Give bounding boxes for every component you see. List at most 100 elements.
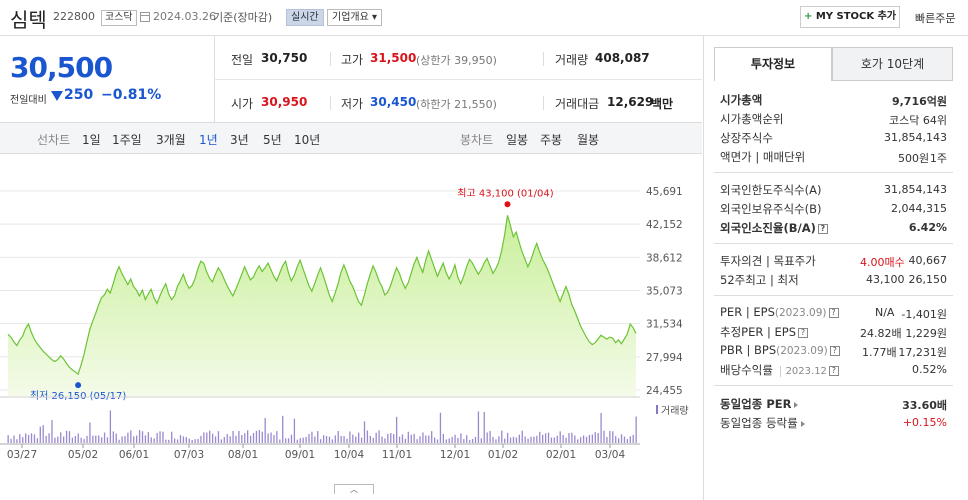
sector-rate-value: +0.15% (902, 416, 947, 429)
par-label: 액면가 | 매매단위 (720, 150, 806, 164)
volume-bar (463, 439, 465, 443)
volume-bar (515, 437, 518, 443)
tab-invest-info[interactable]: 투자정보 (714, 47, 832, 81)
volume-bar (13, 435, 15, 443)
volume-bar (211, 433, 214, 443)
volume-bar (276, 431, 278, 443)
market-badge: 코스닥 (101, 10, 137, 26)
volume-bar (71, 437, 74, 443)
volume-bar (22, 437, 24, 443)
volume-bar (51, 420, 53, 443)
volume-bar (518, 434, 520, 443)
divider (330, 52, 331, 66)
company-info-button[interactable]: 기업개요 ▾ (327, 9, 383, 26)
volume-bar (480, 438, 482, 443)
volume-bar (118, 439, 120, 443)
volume-bar (305, 436, 307, 443)
tab-3m[interactable]: 3개월 (156, 131, 186, 148)
volume-bar (214, 436, 217, 443)
volume-bar (521, 430, 523, 443)
volume-bar (220, 439, 223, 443)
sector-per-value: 33.60배 (902, 399, 947, 412)
realtime-button[interactable]: 실시간 (286, 9, 324, 26)
help-icon[interactable]: ? (798, 327, 809, 338)
volume-bar (168, 439, 170, 443)
tab-1d[interactable]: 1일 (82, 131, 101, 148)
volume-bar (469, 439, 471, 443)
sector-per-row[interactable]: 동일업종 PER (720, 396, 799, 412)
volume-bar (360, 437, 363, 443)
x-tick-label: 11/01 (382, 449, 412, 461)
volume-bar (311, 431, 313, 443)
volume-bar (308, 434, 310, 443)
tab-5y[interactable]: 5년 (263, 131, 282, 148)
volume-bar (144, 435, 147, 443)
volume-bar (550, 437, 553, 443)
stock-name: 심텍 (10, 8, 47, 32)
volume-bar (19, 434, 21, 443)
tab-weekly[interactable]: 주봉 (540, 131, 562, 148)
volume-bar (65, 430, 68, 443)
tab-1w[interactable]: 1주일 (112, 131, 142, 148)
volume-bar (457, 437, 459, 443)
divider (714, 172, 953, 173)
volume-bar (62, 436, 65, 443)
open-value: 30,950 (261, 95, 308, 109)
help-icon[interactable]: ? (817, 223, 828, 234)
pbr-row: PBR | BPS(2023.09)? (720, 343, 840, 357)
pbr-value: 1.77배 (862, 346, 897, 359)
tab-10y[interactable]: 10년 (294, 131, 320, 148)
volume-bar (536, 435, 538, 443)
volume-bar (600, 413, 602, 443)
volume-bar (395, 416, 398, 443)
volume-bar (33, 434, 36, 443)
w52-label: 52주최고 | 최저 (720, 273, 799, 287)
volume-bar (609, 430, 611, 443)
tab-order-book[interactable]: 호가 10단계 (832, 47, 953, 81)
market-cap-value: 9,716억원 (891, 95, 947, 108)
volume-bar (153, 438, 155, 443)
volume-bar (553, 437, 556, 443)
volume-bar (226, 433, 228, 443)
quick-order-button[interactable]: 빠른주문 (915, 10, 955, 26)
sector-rate-row[interactable]: 동일업종 등락률 (720, 415, 805, 431)
volume-bar (147, 432, 150, 443)
volume-bar (352, 434, 354, 443)
x-tick-label: 12/01 (440, 449, 470, 461)
low-label: 저가 (341, 97, 364, 111)
tab-3y[interactable]: 3년 (230, 131, 249, 148)
chevron-right-icon (800, 420, 805, 427)
volume-bar (112, 431, 114, 443)
tab-monthly[interactable]: 월봉 (577, 131, 599, 148)
volume-bar (635, 416, 637, 443)
opinion-label: 투자의견 | 목표주가 (720, 254, 816, 268)
quote-date: 2024.03.26 (153, 10, 216, 23)
tab-daily[interactable]: 일봉 (506, 131, 528, 148)
volume-bar (54, 437, 56, 443)
help-icon[interactable]: ? (828, 365, 839, 376)
pbr-label: PBR | BPS (720, 343, 777, 357)
per-period: (2023.09) (774, 307, 827, 319)
volume-value: 408,087 (595, 51, 650, 65)
volume-bar (80, 437, 82, 443)
volume-bar (422, 432, 424, 443)
volume-bar (425, 435, 427, 443)
volume-bar (358, 432, 360, 443)
volume-bar (314, 436, 316, 443)
add-mystock-button[interactable]: + MY STOCK 추가 (800, 6, 900, 28)
volume-bar (393, 434, 395, 443)
help-icon[interactable]: ? (828, 307, 839, 318)
volume-bar (401, 434, 404, 443)
volume-bar (547, 432, 550, 443)
volume-bar (539, 431, 541, 443)
tab-1y[interactable]: 1년 (199, 131, 218, 148)
x-tick-label: 02/01 (546, 449, 576, 461)
volume-bar (492, 436, 494, 443)
divider (543, 52, 544, 66)
help-icon[interactable]: ? (829, 345, 840, 356)
volume-bar (448, 438, 450, 443)
volume-bar (612, 431, 614, 443)
chevron-up-icon[interactable]: ︿ (334, 484, 374, 494)
volume-bar (159, 431, 161, 443)
volume-bar (407, 431, 409, 443)
